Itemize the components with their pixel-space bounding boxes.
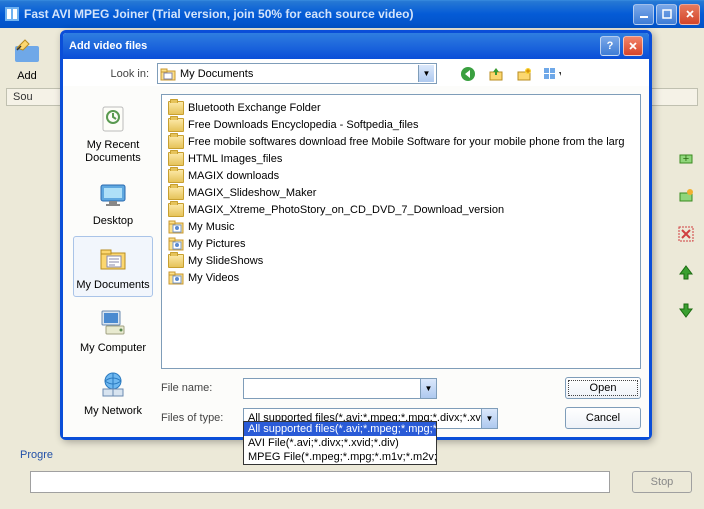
stop-button[interactable]: Stop: [632, 471, 692, 493]
cancel-button[interactable]: Cancel: [565, 407, 641, 429]
file-name: My Music: [188, 221, 234, 233]
folder-icon: [168, 169, 184, 183]
tool-up-arrow-icon[interactable]: [676, 262, 696, 282]
file-name: Bluetooth Exchange Folder: [188, 102, 321, 114]
file-name: MAGIX_Slideshow_Maker: [188, 187, 316, 199]
up-folder-icon[interactable]: [487, 65, 505, 83]
minimize-button[interactable]: [633, 4, 654, 25]
place-recent[interactable]: My Recent Documents: [73, 96, 153, 170]
file-name: MAGIX_Xtreme_PhotoStory_on_CD_DVD_7_Down…: [188, 204, 504, 216]
tool-remove-icon[interactable]: [676, 224, 696, 244]
file-list[interactable]: Bluetooth Exchange Folder Free Downloads …: [161, 94, 641, 369]
close-button[interactable]: [679, 4, 700, 25]
list-item[interactable]: MAGIX downloads: [166, 167, 636, 184]
folder-icon: [168, 203, 184, 217]
filetype-option[interactable]: AVI File(*.avi;*.divx;*.xvid;*.div): [244, 436, 436, 450]
file-name: Free Downloads Encyclopedia - Softpedia_…: [188, 119, 419, 131]
lookin-value: My Documents: [180, 68, 253, 80]
add-label: Add: [17, 70, 37, 82]
place-label: My Documents: [76, 279, 149, 292]
lookin-select[interactable]: My Documents ▼: [157, 63, 437, 84]
app-icon: [4, 6, 20, 22]
folder-icon: [168, 254, 184, 268]
place-mynetwork[interactable]: My Network: [73, 362, 153, 423]
list-item[interactable]: Bluetooth Exchange Folder: [166, 99, 636, 116]
special-folder-icon: [168, 220, 184, 234]
folder-icon: [168, 186, 184, 200]
back-icon[interactable]: [459, 65, 477, 83]
file-name: MAGIX downloads: [188, 170, 279, 182]
file-name: My Pictures: [188, 238, 245, 250]
progress-label: Progre: [20, 449, 53, 461]
tool-down-arrow-icon[interactable]: [676, 300, 696, 320]
file-name: My Videos: [188, 272, 239, 284]
special-folder-icon: [168, 237, 184, 251]
tool-add-icon[interactable]: +: [676, 148, 696, 168]
place-label: My Network: [84, 405, 142, 418]
place-desktop[interactable]: Desktop: [73, 172, 153, 233]
place-mydocuments[interactable]: My Documents: [73, 236, 153, 297]
chevron-down-icon[interactable]: ▼: [481, 409, 497, 428]
place-label: Desktop: [93, 215, 133, 228]
list-item[interactable]: HTML Images_files: [166, 150, 636, 167]
output-path-input[interactable]: [30, 471, 610, 493]
svg-text:+: +: [683, 153, 689, 165]
list-item[interactable]: Free mobile softwares download free Mobi…: [166, 133, 636, 150]
maximize-button[interactable]: [656, 4, 677, 25]
main-title: Fast AVI MPEG Joiner (Trial version, joi…: [24, 7, 633, 21]
chevron-down-icon[interactable]: ▼: [420, 379, 436, 398]
list-item[interactable]: Free Downloads Encyclopedia - Softpedia_…: [166, 116, 636, 133]
new-folder-icon[interactable]: [515, 65, 533, 83]
main-titlebar: Fast AVI MPEG Joiner (Trial version, joi…: [0, 0, 704, 28]
dialog-title: Add video files: [69, 40, 597, 52]
open-file-dialog: Add video files ? Look in: My Documents …: [60, 30, 652, 440]
special-folder-icon: [168, 271, 184, 285]
folder-icon: [168, 101, 184, 115]
file-name: Free mobile softwares download free Mobi…: [188, 136, 625, 148]
dialog-close-button[interactable]: [623, 36, 643, 56]
list-item[interactable]: MAGIX_Xtreme_PhotoStory_on_CD_DVD_7_Down…: [166, 201, 636, 218]
view-menu-icon[interactable]: [543, 65, 561, 83]
filename-input[interactable]: ▼: [243, 378, 437, 399]
file-name: HTML Images_files: [188, 153, 282, 165]
list-item[interactable]: My Pictures: [166, 235, 636, 252]
dialog-help-button[interactable]: ?: [600, 36, 620, 56]
lookin-label: Look in:: [71, 68, 149, 80]
place-label: My Recent Documents: [76, 139, 150, 165]
places-bar: My Recent Documents Desktop My Documents…: [71, 94, 155, 429]
tool-edit-icon[interactable]: [676, 186, 696, 206]
chevron-down-icon[interactable]: ▼: [418, 65, 434, 82]
folder-icon: [160, 66, 176, 82]
folder-icon: [168, 152, 184, 166]
add-button[interactable]: Add: [6, 34, 48, 84]
list-item[interactable]: MAGIX_Slideshow_Maker: [166, 184, 636, 201]
list-item[interactable]: My Videos: [166, 269, 636, 286]
filetype-option[interactable]: MPEG File(*.mpeg;*.mpg;*.m1v;*.m2v;*.mpe…: [244, 450, 436, 464]
filetype-dropdown[interactable]: All supported files(*.avi;*.mpeg;*.mpg;*…: [243, 421, 437, 465]
filetype-label: Files of type:: [161, 412, 233, 424]
filetype-option[interactable]: All supported files(*.avi;*.mpeg;*.mpg;*…: [244, 422, 436, 436]
file-name: My SlideShows: [188, 255, 263, 267]
place-label: My Computer: [80, 342, 146, 355]
folder-icon: [168, 135, 184, 149]
list-item[interactable]: My SlideShows: [166, 252, 636, 269]
list-item[interactable]: My Music: [166, 218, 636, 235]
open-button[interactable]: Open: [565, 377, 641, 399]
filename-label: File name:: [161, 382, 233, 394]
place-mycomputer[interactable]: My Computer: [73, 299, 153, 360]
folder-icon: [168, 118, 184, 132]
